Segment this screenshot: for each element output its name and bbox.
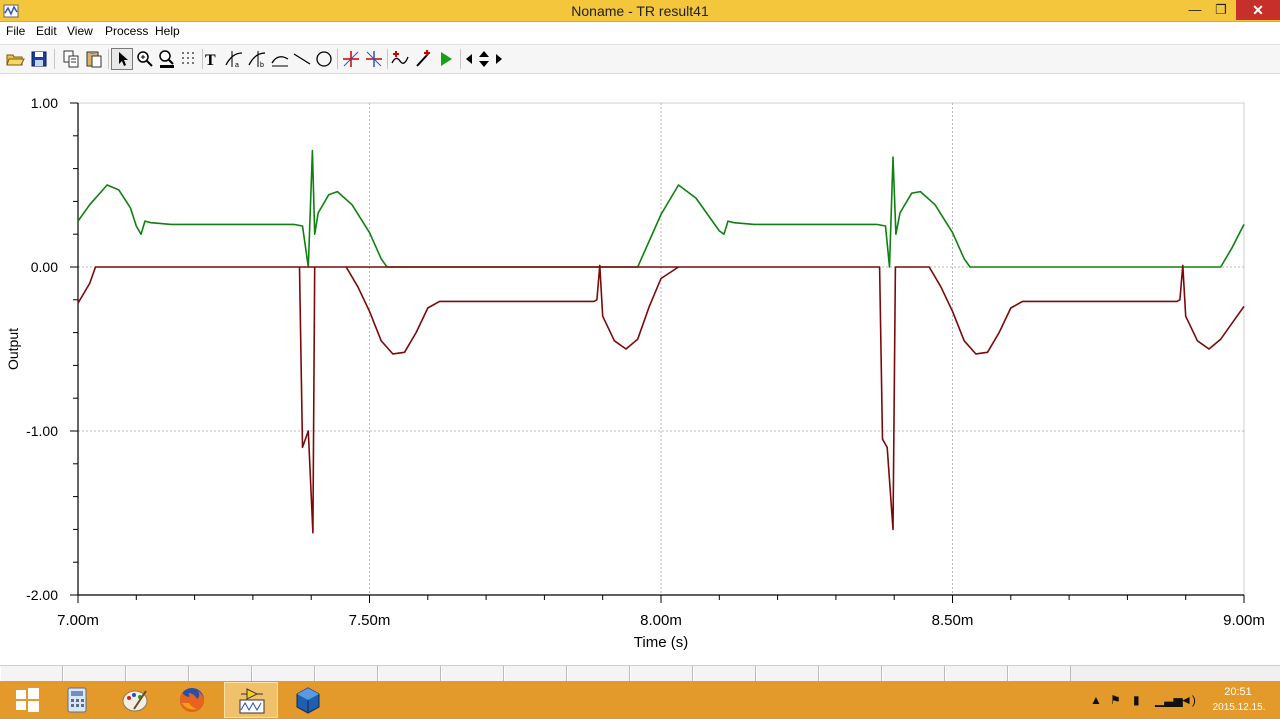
tab-strip [0, 665, 1280, 681]
up-down-arrow-icon[interactable] [476, 48, 492, 70]
y-tick-label: 0.00 [31, 259, 58, 275]
paint-icon [122, 690, 148, 712]
menu-edit[interactable]: Edit [36, 24, 57, 38]
right-arrow-icon[interactable] [492, 48, 506, 70]
marker-a-icon[interactable] [340, 48, 362, 70]
clock-date[interactable]: 2015.12.15. [1204, 702, 1274, 713]
y-axis-label: Output [5, 328, 21, 370]
copy-icon[interactable] [60, 48, 82, 70]
tab-cell[interactable] [63, 666, 126, 681]
pointer-icon[interactable] [111, 48, 133, 70]
marker-b-icon[interactable] [363, 48, 385, 70]
left-arrow-icon[interactable] [462, 48, 476, 70]
svg-text:a: a [235, 62, 239, 69]
y-tick-label: -1.00 [26, 423, 58, 439]
taskbar-tina[interactable] [224, 682, 278, 718]
maximize-button[interactable]: ❐ [1207, 0, 1235, 20]
tina-icon [239, 688, 265, 714]
taskbar-calculator[interactable] [50, 682, 104, 718]
tab-cell[interactable] [126, 666, 189, 681]
tab-cell[interactable] [1008, 666, 1071, 681]
tab-cell[interactable] [315, 666, 378, 681]
tab-cell[interactable] [0, 666, 63, 681]
paste-icon[interactable] [83, 48, 105, 70]
taskbar-paint[interactable] [108, 682, 162, 718]
x-tick-label: 7.00m [57, 612, 99, 629]
taskbar-virtualbox[interactable] [281, 682, 335, 718]
text-icon[interactable]: T [200, 48, 222, 70]
taskbar-firefox[interactable] [165, 682, 219, 718]
add-curve-icon[interactable] [389, 48, 411, 70]
application-window: Noname - TR result41 — ❐ ✕ File Edit Vie… [0, 0, 1280, 719]
ellipse-icon[interactable] [313, 48, 335, 70]
menu-bar: File Edit View Process Help [0, 22, 1280, 42]
transient-chart[interactable]: 7.00m 7.50m 8.00m 8.50m 9.00m 1.00 0.00 -1.00 -2… [0, 75, 1280, 665]
menu-help[interactable]: Help [155, 24, 180, 38]
minimize-button[interactable]: — [1180, 0, 1210, 20]
y-tick-label: 1.00 [31, 95, 58, 111]
cursor-a-icon[interactable]: a [223, 48, 245, 70]
tab-cell[interactable] [378, 666, 441, 681]
tab-cell[interactable] [189, 666, 252, 681]
zoom-100-icon[interactable] [156, 48, 178, 70]
clock-time[interactable]: 20:51 [1218, 686, 1258, 698]
series-line[interactable] [678, 264, 1245, 531]
start-button[interactable] [0, 682, 54, 718]
pen-icon[interactable] [412, 48, 434, 70]
windows-logo-icon [16, 688, 39, 712]
menu-file[interactable]: File [6, 24, 25, 38]
line-cursor-icon[interactable] [269, 48, 291, 70]
save-icon[interactable] [28, 48, 50, 70]
tab-cell[interactable] [567, 666, 630, 681]
y-tick-label: -2.00 [26, 587, 58, 603]
window-title: Noname - TR result41 [571, 3, 709, 19]
menu-process[interactable]: Process [105, 24, 148, 38]
tab-cell[interactable] [819, 666, 882, 681]
tab-cell[interactable] [693, 666, 756, 681]
x-tick-label: 7.50m [349, 612, 391, 629]
line-icon[interactable] [291, 48, 313, 70]
calculator-icon [67, 687, 87, 713]
virtualbox-icon [296, 687, 320, 714]
tab-cell[interactable] [756, 666, 819, 681]
series-line[interactable] [77, 264, 680, 534]
open-folder-icon[interactable] [4, 48, 26, 70]
close-button[interactable]: ✕ [1236, 0, 1280, 20]
tab-cell[interactable] [441, 666, 504, 681]
x-tick-label: 8.50m [932, 612, 974, 629]
zoom-in-icon[interactable] [134, 48, 156, 70]
x-tick-label: 9.00m [1223, 612, 1265, 629]
svg-text:b: b [260, 62, 264, 69]
tab-cell[interactable] [504, 666, 567, 681]
firefox-icon [180, 688, 204, 712]
title-bar[interactable]: Noname - TR result41 — ❐ ✕ [0, 0, 1280, 22]
x-axis-label: Time (s) [634, 634, 688, 651]
taskbar: ▲ ⚑ ▮ ▁▃▅ ◄) 20:51 2015.12.15. [0, 681, 1280, 719]
battery-icon[interactable]: ▮ [1133, 693, 1140, 707]
tab-cell[interactable] [945, 666, 1008, 681]
tray-expand-icon[interactable]: ▲ [1090, 693, 1102, 707]
grid-icon[interactable] [178, 48, 200, 70]
volume-icon[interactable]: ◄) [1180, 693, 1196, 707]
run-icon[interactable] [435, 48, 457, 70]
x-tick-label: 8.00m [640, 612, 682, 629]
tab-cell[interactable] [882, 666, 945, 681]
flag-icon[interactable]: ⚑ [1110, 693, 1121, 707]
cursor-b-icon[interactable]: b [246, 48, 268, 70]
tab-cell[interactable] [252, 666, 315, 681]
menu-view[interactable]: View [67, 24, 93, 38]
signal-icon[interactable]: ▁▃▅ [1155, 693, 1183, 707]
svg-text:T: T [205, 52, 216, 69]
toolbar: T a b [0, 44, 1280, 74]
tab-cell[interactable] [630, 666, 693, 681]
